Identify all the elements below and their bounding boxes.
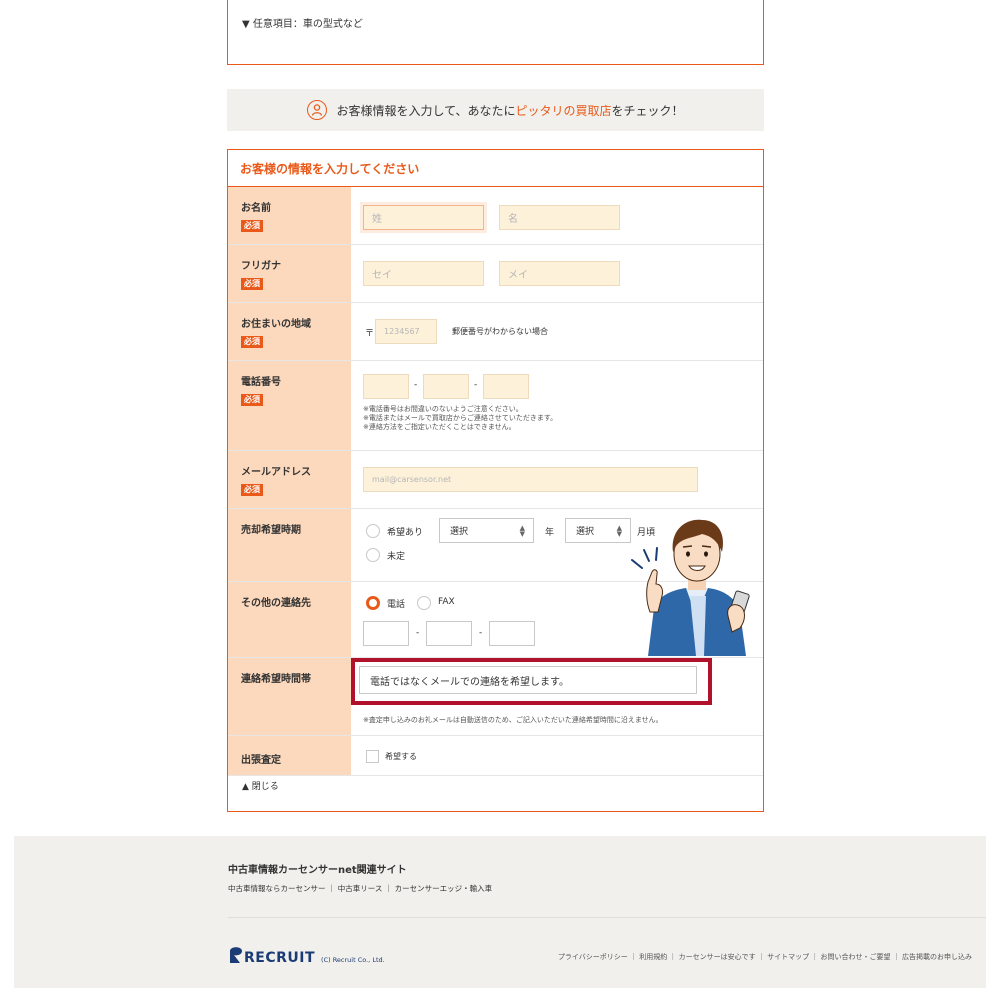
sale-timing-undecided-label: 未定 [387, 552, 406, 562]
kana-label-cell: フリガナ 必須 [228, 245, 351, 302]
contact-time-label-cell: 連絡希望時間帯 [228, 658, 351, 735]
first-kana-input[interactable]: メイ [499, 261, 620, 286]
other-contact-dash: - [416, 628, 420, 638]
other-contact-fax-label: FAX [438, 597, 455, 607]
sale-timing-yes-radio[interactable] [366, 524, 380, 538]
recruit-logo: RECRUIT (C) Recruit Co., Ltd. [228, 945, 385, 966]
last-name-input[interactable]: 姓 [363, 205, 484, 230]
sale-year-select-value: 選択 [450, 527, 469, 537]
footer-related-links[interactable]: 中古車情報ならカーセンサー ｜ 中古車リース ｜ カーセンサーエッジ・輸入車 [228, 883, 492, 894]
sale-year-select[interactable]: 選択 ▲ ▼ [439, 518, 534, 543]
phone-label: 電話番号 [241, 377, 281, 388]
other-contact-input-2[interactable] [426, 621, 472, 646]
footer-policy-links[interactable]: プライバシーポリシー ｜ 利用規約 ｜ カーセンサーは安心です ｜ サイトマップ… [558, 952, 972, 962]
select-arrows-icon: ▲ ▼ [519, 524, 525, 538]
phone-input-1[interactable] [363, 374, 409, 399]
row-name: お名前 必須 姓 名 [228, 187, 763, 245]
visit-checkbox-label: 希望する [385, 752, 417, 761]
copyright: (C) Recruit Co., Ltd. [321, 956, 385, 964]
phone-input-3[interactable] [483, 374, 529, 399]
kana-inputs: セイ メイ [351, 245, 763, 302]
contact-time-label: 連絡希望時間帯 [241, 674, 311, 685]
required-badge: 必須 [241, 278, 263, 290]
address-inputs: 〒 1234567 郵便番号がわからない場合 [351, 303, 763, 360]
select-arrows-icon: ▲ ▼ [616, 524, 622, 538]
phone-dash: - [474, 380, 478, 390]
customer-info-form: お客様の情報を入力してください お名前 必須 姓 名 フリガナ 必須 セイ メイ… [227, 149, 764, 812]
row-phone: 電話番号 必須 - - ※電話番号はお間違いのないようご注意ください。 ※電話ま… [228, 361, 763, 451]
row-address: お住まいの地域 必須 〒 1234567 郵便番号がわからない場合 [228, 303, 763, 361]
other-contact-tel-label: 電話 [387, 600, 406, 610]
sale-timing-yes-label: 希望あり [387, 528, 424, 538]
guide-person-illustration [628, 516, 760, 656]
sale-month-select-value: 選択 [576, 527, 595, 537]
postal-unknown-link[interactable]: 郵便番号がわからない場合 [452, 326, 548, 337]
phone-label-cell: 電話番号 必須 [228, 361, 351, 450]
address-label: お住まいの地域 [241, 319, 311, 330]
form-title: お客様の情報を入力してください [228, 150, 763, 187]
sale-timing-label: 売却希望時期 [241, 525, 301, 536]
other-contact-dash: - [479, 628, 483, 638]
postal-code-input[interactable]: 1234567 [375, 319, 437, 344]
name-label-cell: お名前 必須 [228, 187, 351, 244]
customer-info-banner: お客様情報を入力して、あなたに ピッタリの買取店 をチェック！ [227, 89, 764, 131]
required-badge: 必須 [241, 336, 263, 348]
phone-note-3: ※連絡方法をご指定いただくことはできません。 [363, 423, 516, 431]
recruit-logo-icon [228, 945, 244, 966]
footer-title: 中古車情報カーセンサーnet関連サイト [228, 865, 407, 876]
row-email: メールアドレス 必須 mail@carsensor.net [228, 451, 763, 509]
phone-inputs: - - ※電話番号はお間違いのないようご注意ください。 ※電話またはメールで買取… [351, 361, 763, 450]
other-contact-label-cell: その他の連絡先 [228, 582, 351, 657]
sale-year-unit: 年 [545, 528, 555, 538]
other-contact-fax-radio[interactable] [417, 596, 431, 610]
sale-timing-label-cell: 売却希望時期 [228, 509, 351, 581]
visit-label-cell: 出張査定 [228, 736, 351, 775]
banner-prefix: お客様情報を入力して、あなたに [336, 103, 516, 118]
email-input[interactable]: mail@carsensor.net [363, 467, 698, 492]
other-contact-tel-radio[interactable] [366, 596, 380, 610]
email-label: メールアドレス [241, 467, 311, 478]
banner-suffix: をチェック！ [611, 103, 684, 118]
row-kana: フリガナ 必須 セイ メイ [228, 245, 763, 303]
sale-month-select[interactable]: 選択 ▲ ▼ [565, 518, 631, 543]
phone-note-1: ※電話番号はお間違いのないようご注意ください。 [363, 405, 523, 413]
last-kana-input[interactable]: セイ [363, 261, 484, 286]
visit-label: 出張査定 [241, 755, 281, 766]
phone-input-2[interactable] [423, 374, 469, 399]
name-label: お名前 [241, 203, 271, 214]
optional-items-toggle[interactable]: ▼ 任意項目：車の型式など [242, 15, 363, 30]
required-badge: 必須 [241, 484, 263, 496]
email-inputs: mail@carsensor.net [351, 451, 763, 508]
name-inputs: 姓 名 [351, 187, 763, 244]
sale-timing-undecided-radio[interactable] [366, 548, 380, 562]
other-contact-input-1[interactable] [363, 621, 409, 646]
other-contact-label: その他の連絡先 [241, 598, 311, 609]
optional-items-box: ▼ 任意項目：車の型式など [227, 0, 764, 65]
close-toggle[interactable]: ▲ 閉じる [242, 779, 279, 792]
required-badge: 必須 [241, 220, 263, 232]
first-name-input[interactable]: 名 [499, 205, 620, 230]
other-contact-input-3[interactable] [489, 621, 535, 646]
required-badge: 必須 [241, 394, 263, 406]
row-visit: 出張査定 希望する [228, 736, 763, 776]
kana-label: フリガナ [241, 261, 281, 272]
email-label-cell: メールアドレス 必須 [228, 451, 351, 508]
footer-divider [228, 917, 986, 918]
banner-highlight: ピッタリの買取店 [515, 103, 612, 118]
phone-note-2: ※電話またはメールで買取店からご連絡させていただきます。 [363, 414, 558, 422]
postal-mark: 〒 [365, 329, 375, 339]
person-icon [307, 100, 328, 120]
recruit-logo-text: RECRUIT [244, 950, 316, 966]
address-label-cell: お住まいの地域 必須 [228, 303, 351, 360]
visit-inputs: 希望する [351, 736, 763, 775]
contact-time-note: ※査定申し込みのお礼メールは自動送信のため、ご記入いただいた連絡希望時間に沿えま… [363, 716, 663, 724]
highlight-frame [351, 658, 712, 705]
footer: 中古車情報カーセンサーnet関連サイト 中古車情報ならカーセンサー ｜ 中古車リ… [14, 836, 986, 988]
phone-dash: - [414, 380, 418, 390]
visit-checkbox[interactable] [366, 750, 379, 763]
